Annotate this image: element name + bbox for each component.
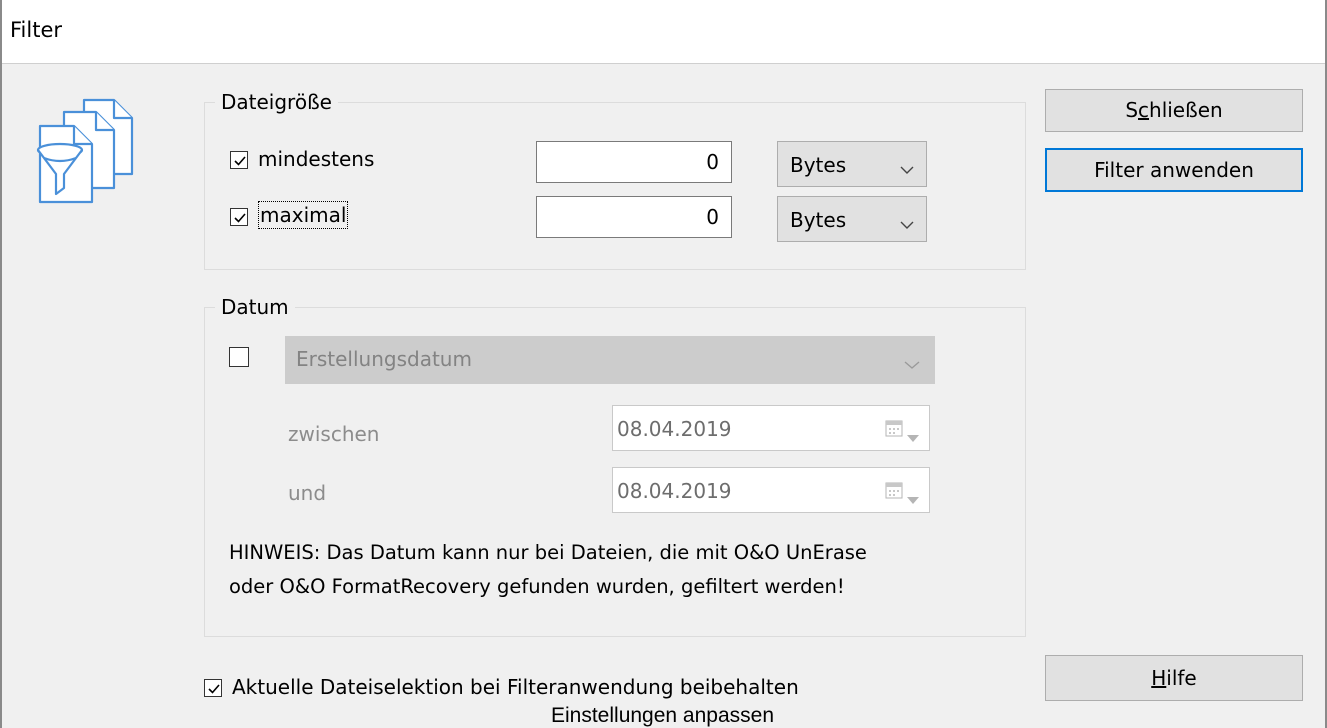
filesize-legend: Dateigröße <box>215 90 338 114</box>
date-type-select[interactable]: Erstellungsdatum <box>285 336 935 384</box>
to-date-label: und <box>288 481 327 505</box>
keep-selection-checkbox[interactable] <box>204 679 222 697</box>
apply-filter-button[interactable]: Filter anwenden <box>1045 148 1303 192</box>
min-size-label[interactable]: mindestens <box>258 147 374 171</box>
close-button[interactable]: Schließen <box>1045 89 1303 132</box>
close-button-mnemonic: c <box>1138 98 1150 122</box>
to-date-value: 08.04.2019 <box>617 479 732 503</box>
dropdown-arrow-icon <box>907 486 919 510</box>
date-note-line2: oder O&O FormatRecovery gefunden wurden,… <box>229 575 845 598</box>
dropdown-arrow-icon <box>907 424 919 448</box>
max-size-unit-select[interactable]: Bytes <box>777 196 927 242</box>
from-date-label: zwischen <box>288 422 380 446</box>
chevron-down-icon <box>900 211 914 235</box>
title-bar <box>0 0 1327 64</box>
from-date-value: 08.04.2019 <box>617 417 732 441</box>
close-button-label-a: S <box>1125 98 1139 122</box>
apply-filter-label: Filter anwenden <box>1094 158 1254 182</box>
help-button[interactable]: Hilfe <box>1045 655 1303 701</box>
max-size-label[interactable]: maximal <box>257 201 349 229</box>
window-title: Filter <box>10 18 63 42</box>
keep-selection-label[interactable]: Aktuelle Dateiselektion bei Filteranwend… <box>232 675 799 699</box>
date-filter-checkbox[interactable] <box>229 347 249 367</box>
date-legend: Datum <box>215 295 295 319</box>
footer-caption: Einstellungen anpassen <box>551 704 775 727</box>
help-button-mnemonic: H <box>1151 666 1167 690</box>
date-note-line1: HINWEIS: Das Datum kann nur bei Dateien,… <box>229 541 867 564</box>
close-button-label-b: hließen <box>1149 98 1223 122</box>
calendar-icon <box>885 418 903 442</box>
min-size-unit-value: Bytes <box>790 153 847 177</box>
max-size-unit-value: Bytes <box>790 208 847 232</box>
chevron-down-icon <box>904 351 920 375</box>
min-size-checkbox[interactable] <box>230 151 248 169</box>
max-size-checkbox[interactable] <box>230 208 248 226</box>
chevron-down-icon <box>900 156 914 180</box>
min-size-unit-select[interactable]: Bytes <box>777 141 927 187</box>
from-date-picker[interactable]: 08.04.2019 <box>612 405 930 451</box>
window-border-left <box>0 0 2 728</box>
calendar-icon <box>885 480 903 504</box>
to-date-picker[interactable]: 08.04.2019 <box>612 467 930 513</box>
max-size-input[interactable]: 0 <box>536 196 732 238</box>
min-size-input[interactable]: 0 <box>536 141 732 183</box>
help-button-label: ilfe <box>1166 666 1197 690</box>
date-type-value: Erstellungsdatum <box>296 347 472 371</box>
file-filter-icon <box>30 96 142 208</box>
